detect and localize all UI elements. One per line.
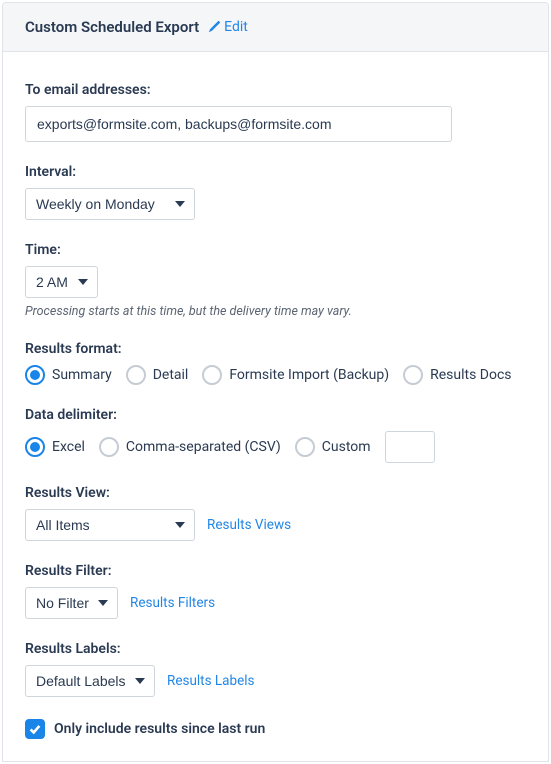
results-filter-label: Results Filter: [25,563,526,579]
results-filters-link[interactable]: Results Filters [130,595,215,611]
radio-csv[interactable]: Comma-separated (CSV) [99,437,281,457]
results-view-group: Results View: All Items Results Views [25,485,526,541]
radio-icon [25,437,45,457]
results-labels-group: Results Labels: Default Labels Results L… [25,641,526,697]
data-delimiter-label: Data delimiter: [25,407,526,423]
only-since-last-row: Only include results since last run [25,719,526,739]
data-delimiter-group: Data delimiter: Excel Comma-separated (C… [25,407,526,463]
radio-detail-label: Detail [153,367,189,383]
radio-icon [403,365,423,385]
radio-results-docs-label: Results Docs [430,367,511,383]
custom-delimiter-input[interactable] [385,431,435,463]
panel-header: Custom Scheduled Export Edit [3,3,548,52]
time-field-group: Time: 2 AM Processing starts at this tim… [25,242,526,319]
check-icon [28,722,42,736]
interval-field-group: Interval: Weekly on Monday [25,164,526,220]
custom-scheduled-export-panel: Custom Scheduled Export Edit To email ad… [2,2,549,762]
only-since-last-label: Only include results since last run [54,721,265,737]
results-filter-group: Results Filter: No Filter Results Filter… [25,563,526,619]
panel-body: To email addresses: Interval: Weekly on … [3,52,548,761]
time-select[interactable]: 2 AM [25,266,98,298]
radio-icon [99,437,119,457]
interval-label: Interval: [25,164,526,180]
results-view-select[interactable]: All Items [25,509,195,541]
radio-custom[interactable]: Custom [295,437,371,457]
results-labels-select[interactable]: Default Labels [25,665,155,697]
radio-summary-label: Summary [52,367,112,383]
interval-select[interactable]: Weekly on Monday [25,188,195,220]
radio-icon [126,365,146,385]
results-labels-link[interactable]: Results Labels [167,673,255,689]
results-views-link[interactable]: Results Views [207,517,291,533]
radio-detail[interactable]: Detail [126,365,189,385]
radio-summary[interactable]: Summary [25,365,112,385]
panel-title: Custom Scheduled Export [25,18,199,36]
only-since-last-checkbox[interactable] [25,719,45,739]
radio-icon [25,365,45,385]
radio-icon [295,437,315,457]
radio-custom-label: Custom [322,439,371,455]
radio-excel-label: Excel [52,439,85,455]
email-input[interactable] [25,106,452,142]
time-label: Time: [25,242,526,258]
email-field-group: To email addresses: [25,82,526,142]
radio-icon [202,365,222,385]
radio-formsite-import-label: Formsite Import (Backup) [229,367,389,383]
results-filter-select[interactable]: No Filter [25,587,118,619]
results-view-label: Results View: [25,485,526,501]
radio-csv-label: Comma-separated (CSV) [126,439,281,455]
results-format-label: Results format: [25,341,526,357]
results-format-group: Results format: Summary Detail Formsite … [25,341,526,385]
edit-label: Edit [224,19,248,35]
pencil-icon [207,20,221,34]
radio-results-docs[interactable]: Results Docs [403,365,511,385]
radio-excel[interactable]: Excel [25,437,85,457]
edit-link[interactable]: Edit [207,19,248,35]
email-label: To email addresses: [25,82,526,98]
time-hint: Processing starts at this time, but the … [25,304,526,319]
radio-formsite-import[interactable]: Formsite Import (Backup) [202,365,389,385]
results-labels-label: Results Labels: [25,641,526,657]
